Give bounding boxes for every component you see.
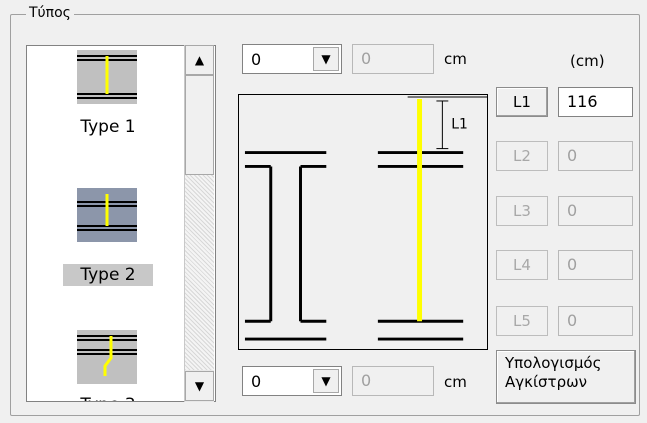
bottom-value-field[interactable]: 0 — [352, 366, 434, 396]
l2-field[interactable]: 0 — [558, 141, 633, 171]
dimension-label-l1: L1 — [451, 117, 468, 133]
l3-button[interactable]: L3 — [496, 196, 548, 226]
bottom-unit-label: cm — [444, 373, 467, 391]
type-1-thumbnail-icon — [77, 50, 137, 104]
calculate-hooks-line1: Υπολογισμός — [505, 354, 602, 372]
l4-button[interactable]: L4 — [496, 250, 548, 280]
type-2-label: Type 2 — [63, 264, 153, 286]
l1-field[interactable]: 116 — [558, 87, 633, 117]
scroll-up-arrow-icon[interactable]: ▲ — [185, 45, 214, 75]
l3-field[interactable]: 0 — [558, 196, 633, 226]
bottom-offset-combo[interactable]: 0 ▼ — [242, 366, 342, 396]
l2-button[interactable]: L2 — [496, 141, 548, 171]
type-list-scrollbar[interactable]: ▲ ▼ — [184, 45, 214, 402]
group-title: Τύπος — [26, 4, 74, 22]
top-offset-combo[interactable]: 0 ▼ — [242, 44, 342, 74]
calculate-hooks-button[interactable]: Υπολογισμός Αγκίστρων — [496, 350, 636, 404]
l5-button[interactable]: L5 — [496, 306, 548, 336]
type-3-thumbnail-icon — [77, 330, 137, 384]
l5-field[interactable]: 0 — [558, 306, 633, 336]
chevron-down-icon[interactable]: ▼ — [313, 369, 339, 393]
top-value-field[interactable]: 0 — [352, 44, 434, 74]
chevron-down-icon[interactable]: ▼ — [313, 47, 339, 71]
top-combo-value: 0 — [251, 50, 262, 69]
calculate-hooks-line2: Αγκίστρων — [505, 373, 588, 391]
rebar-diagram: L1 — [238, 94, 488, 350]
l1-button[interactable]: L1 — [496, 87, 548, 117]
lengths-unit-header: (cm) — [570, 52, 605, 70]
bottom-combo-value: 0 — [251, 372, 262, 391]
type-3-label: Type 3 — [63, 394, 153, 401]
scroll-down-arrow-icon[interactable]: ▼ — [185, 371, 214, 401]
l4-field[interactable]: 0 — [558, 250, 633, 280]
type-2-thumbnail-icon — [77, 188, 137, 242]
scrollbar-thumb[interactable] — [185, 75, 214, 175]
type-1-label: Type 1 — [80, 117, 136, 137]
top-unit-label: cm — [444, 50, 467, 68]
